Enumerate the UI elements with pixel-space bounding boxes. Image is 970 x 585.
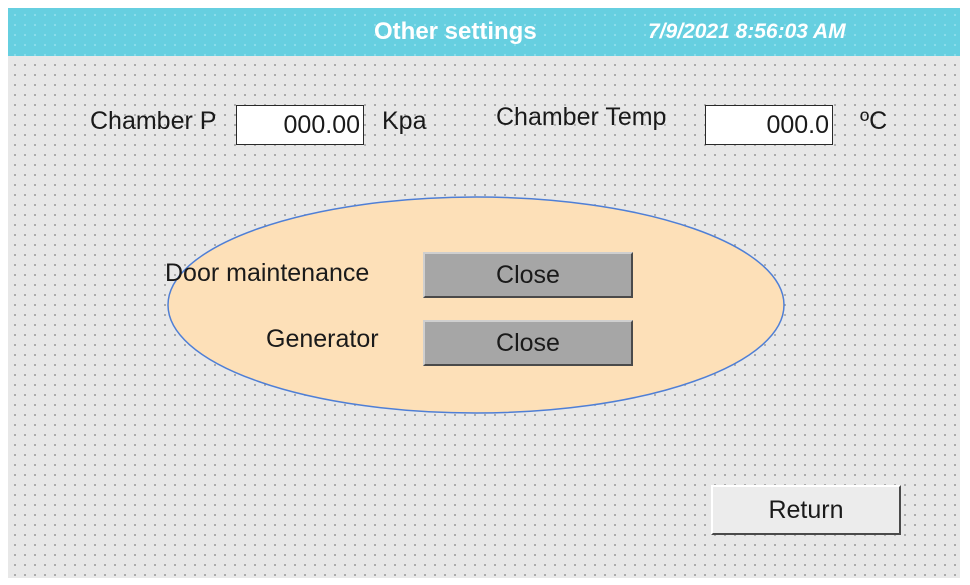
- door-maintenance-label: Door maintenance: [165, 259, 370, 287]
- chamber-temp-field[interactable]: 000.0: [705, 105, 833, 145]
- title-bar: Other settings 7/9/2021 8:56:03 AM: [8, 8, 960, 56]
- page-title: Other settings: [374, 18, 537, 45]
- generator-close-button[interactable]: Close: [423, 320, 633, 366]
- return-button[interactable]: Return: [711, 485, 901, 535]
- hmi-screen: Other settings 7/9/2021 8:56:03 AM Chamb…: [8, 8, 960, 578]
- door-maintenance-close-button[interactable]: Close: [423, 252, 633, 298]
- chamber-p-label: Chamber P: [90, 107, 217, 135]
- datetime-display: 7/9/2021 8:56:03 AM: [648, 20, 846, 43]
- chamber-p-unit: Kpa: [382, 107, 427, 135]
- generator-label: Generator: [266, 325, 379, 353]
- control-panel-ellipse: [167, 196, 785, 414]
- chamber-temp-unit: ºC: [860, 107, 888, 135]
- chamber-temp-label: Chamber Temp: [496, 103, 667, 131]
- chamber-p-field[interactable]: 000.00: [236, 105, 364, 145]
